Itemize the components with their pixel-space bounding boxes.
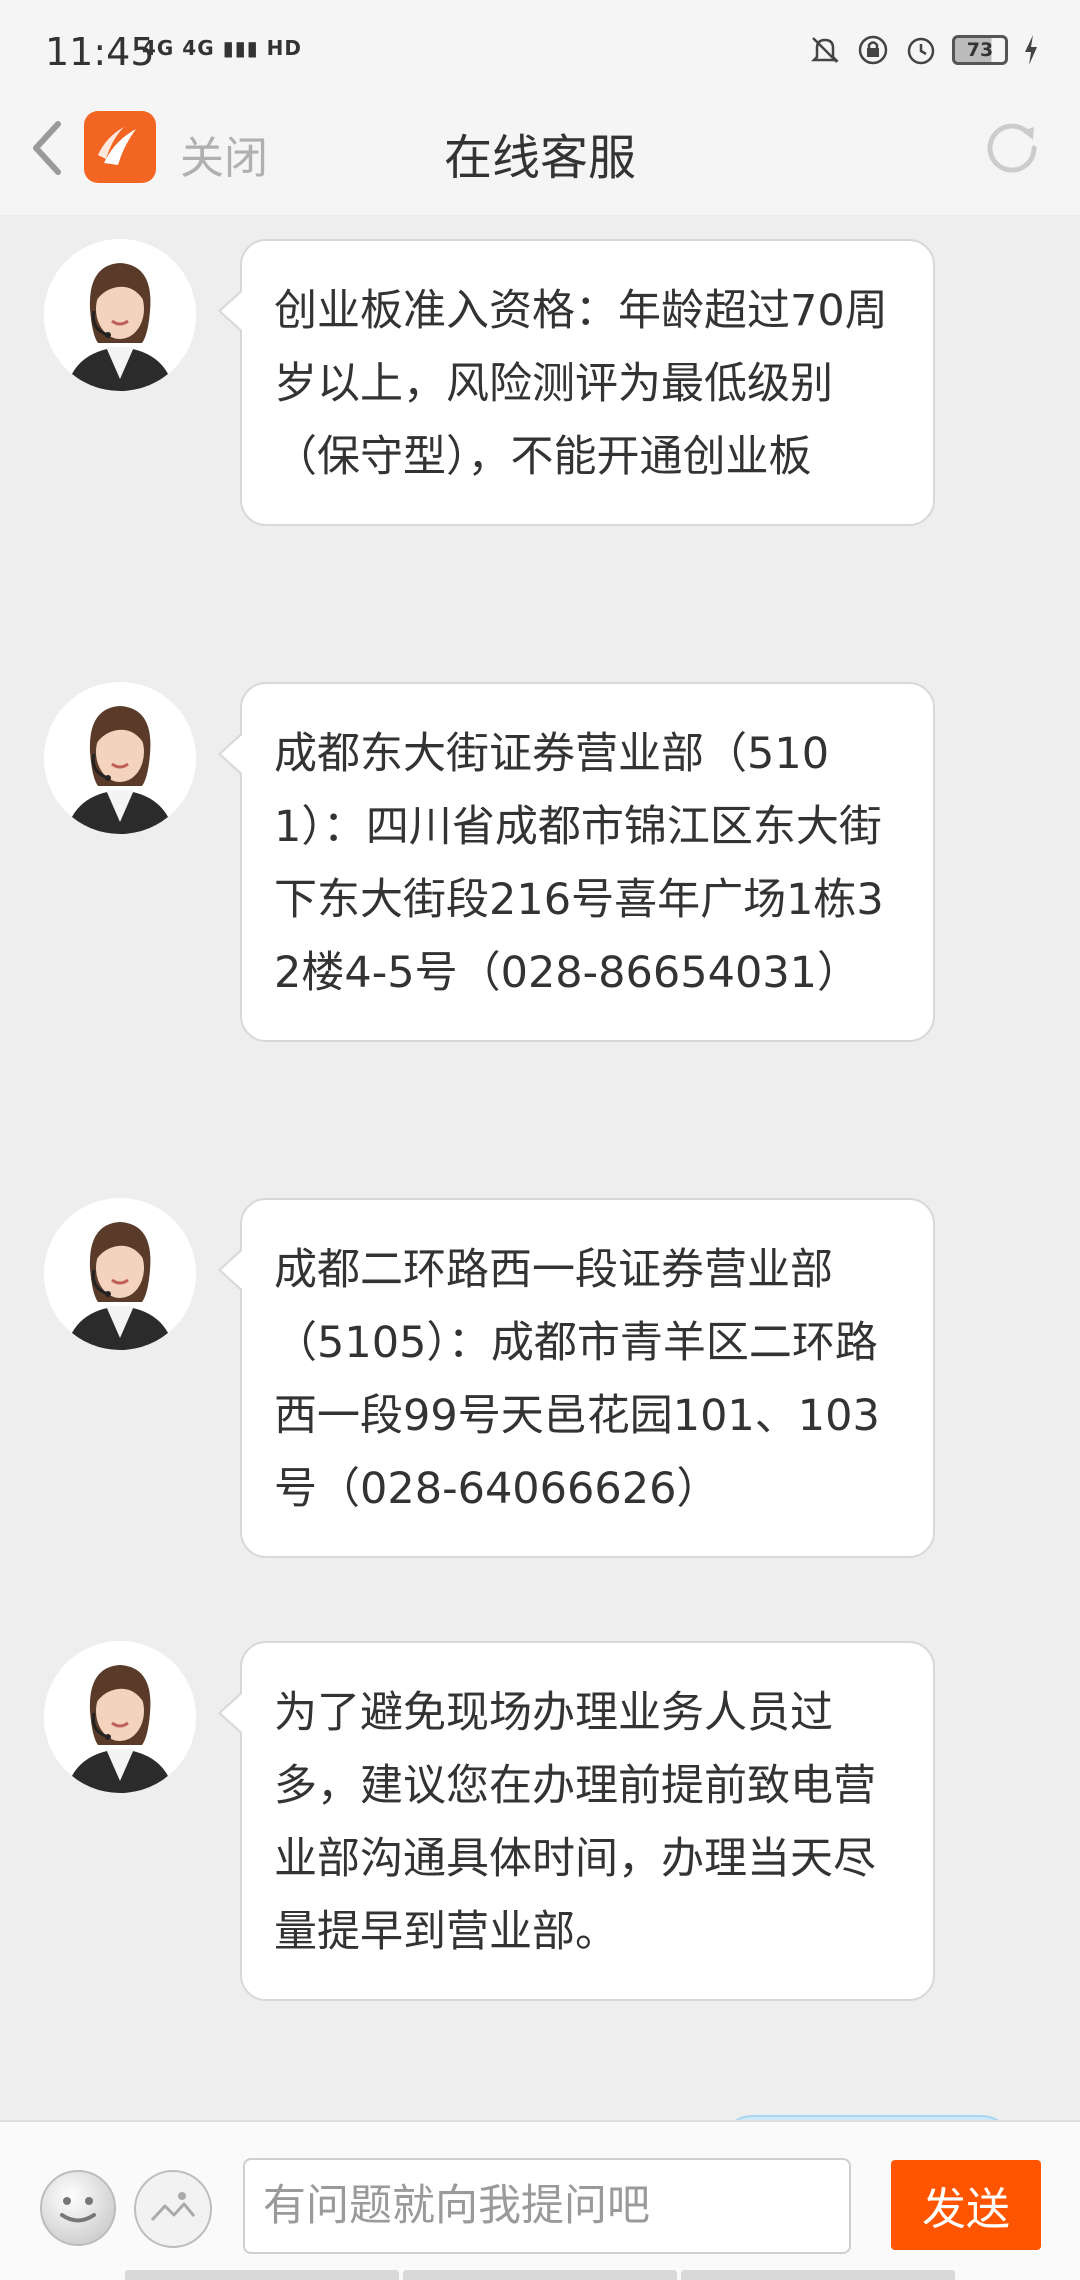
battery-indicator: 73 (952, 35, 1008, 65)
emoji-icon[interactable] (38, 2168, 118, 2248)
handle-segment (681, 2270, 955, 2280)
agent-avatar (44, 1641, 196, 1793)
refresh-icon[interactable] (978, 113, 1048, 183)
agent-avatar (44, 239, 196, 391)
agent-avatar (44, 1198, 196, 1350)
message-bubble: 成都二环路西一段证券营业部（5105）：成都市青羊区二环路西一段99号天邑花园1… (218, 1198, 935, 1558)
send-button[interactable]: 发送 (891, 2160, 1041, 2250)
page-title: 在线客服 (443, 130, 636, 186)
status-time: 11:45 (45, 30, 155, 74)
agent-avatar-icon (44, 1641, 196, 1793)
lock-rotation-icon (858, 35, 888, 65)
message-bubble: 创业板准入资格：年龄超过70周岁以上，风险测评为最低级别（保守型），不能开通创业… (218, 239, 935, 526)
network-label: 4G 4G (142, 36, 215, 60)
alarm-icon (907, 37, 935, 65)
message-input[interactable] (243, 2158, 851, 2254)
status-bar: 11:45 4G 4G ▮▮▮ HD 73 (0, 0, 1080, 105)
mute-bell-icon (810, 37, 840, 63)
charging-icon (1025, 35, 1037, 65)
handle-segment (125, 2270, 399, 2280)
message-bubble: 为了避免现场办理业务人员过多，建议您在办理前提前致电营业部沟通具体时间，办理当天… (218, 1641, 935, 2001)
message-bubble: 成都东大街证券营业部（5101）：四川省成都市锦江区东大街下东大街段216号喜年… (218, 682, 935, 1042)
hd-label: HD (266, 36, 302, 60)
bottom-handle (125, 2270, 955, 2280)
agent-avatar-icon (44, 1198, 196, 1350)
status-icons: 73 (808, 30, 1040, 70)
agent-avatar-icon (44, 239, 196, 391)
image-icon[interactable] (132, 2168, 214, 2250)
chat-area[interactable]: 创业板准入资格：年龄超过70周岁以上，风险测评为最低级别（保守型），不能开通创业… (0, 215, 1080, 2120)
handle-segment (403, 2270, 677, 2280)
signal-icon: ▮▮▮ (222, 36, 259, 60)
network-indicator: 4G 4G ▮▮▮ HD (142, 36, 302, 60)
agent-avatar-icon (44, 682, 196, 834)
agent-avatar (44, 682, 196, 834)
